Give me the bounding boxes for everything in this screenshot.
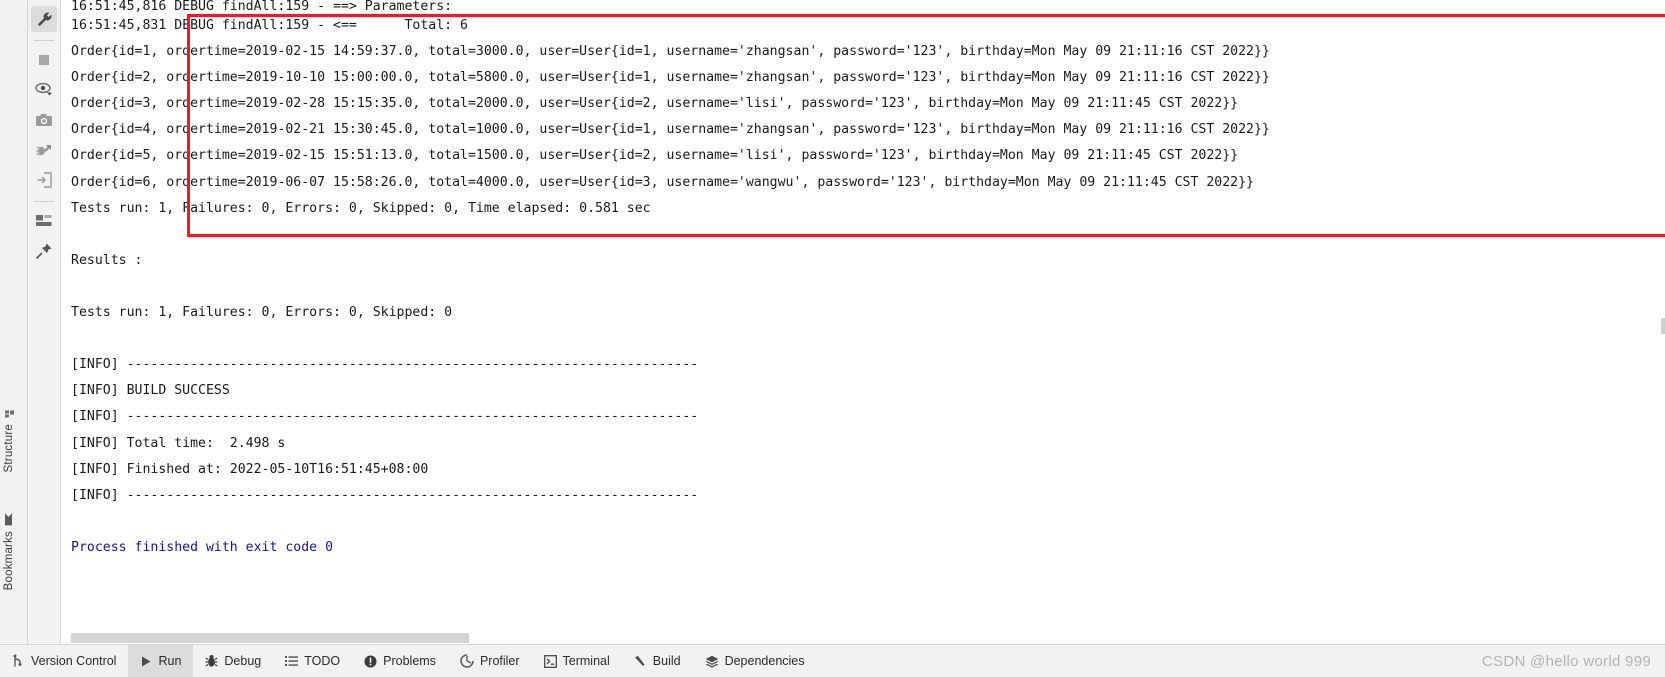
tab-run[interactable]: Run xyxy=(128,645,194,677)
list-icon xyxy=(285,655,299,667)
tab-label: Run xyxy=(158,654,182,668)
console-output-panel[interactable]: 16:51:45,816 DEBUG findAll:159 - ==> Par… xyxy=(61,0,1665,644)
console-line: [INFO] ---------------------------------… xyxy=(71,409,699,425)
structure-label: Structure xyxy=(3,424,15,473)
tab-terminal[interactable]: Terminal xyxy=(532,645,622,677)
console-line: Order{id=5, ordertime=2019-02-15 15:51:1… xyxy=(71,148,1239,164)
console-line: [INFO] ---------------------------------… xyxy=(71,487,699,503)
tab-version-control[interactable]: Version Control xyxy=(0,645,128,677)
layout-icon-button[interactable] xyxy=(31,208,57,234)
console-line: Process finished with exit code 0 xyxy=(71,539,334,555)
console-line: Order{id=1, ordertime=2019-02-15 14:59:3… xyxy=(71,44,1270,60)
pin-icon-button[interactable] xyxy=(31,238,57,264)
tab-todo[interactable]: TODO xyxy=(273,645,352,677)
gutter-divider-1 xyxy=(34,40,54,41)
tab-label: Problems xyxy=(383,654,436,668)
console-line: Results : xyxy=(71,252,143,268)
terminal-icon xyxy=(543,654,557,668)
bookmark-icon xyxy=(4,512,15,526)
gutter-divider-2 xyxy=(34,201,54,202)
sidebar-item-bookmarks[interactable]: Bookmarks xyxy=(3,512,15,590)
export-icon xyxy=(36,172,53,188)
console-text[interactable]: 16:51:45,816 DEBUG findAll:159 - ==> Par… xyxy=(61,0,1665,644)
bottom-tool-window-bar: Version Control Run Debug TODO Problems Profi… xyxy=(0,644,1665,677)
console-line: Order{id=4, ordertime=2019-02-21 15:30:4… xyxy=(71,122,1270,138)
branch-icon xyxy=(12,654,25,668)
rerun-failed-tests-icon-button[interactable] xyxy=(31,137,57,163)
tab-label: Debug xyxy=(224,654,262,668)
console-line: Tests run: 1, Failures: 0, Errors: 0, Sk… xyxy=(71,200,651,216)
profiler-icon xyxy=(460,654,474,668)
camera-icon-button[interactable] xyxy=(31,107,57,133)
bookmarks-label: Bookmarks xyxy=(3,531,15,591)
hammer-icon xyxy=(634,655,647,668)
layers-icon xyxy=(705,655,719,668)
layout-icon xyxy=(35,214,53,228)
console-line: [INFO] Finished at: 2022-05-10T16:51:45+… xyxy=(71,461,429,477)
console-line: Order{id=3, ordertime=2019-02-28 15:15:3… xyxy=(71,96,1239,112)
horizontal-scrollbar-thumb[interactable] xyxy=(71,633,469,643)
stop-icon-button[interactable] xyxy=(31,47,57,73)
tab-label: Dependencies xyxy=(724,654,805,668)
tab-profiler[interactable]: Profiler xyxy=(448,645,532,677)
stop-icon xyxy=(36,52,52,68)
tab-label: Profiler xyxy=(479,654,520,668)
rerun-failed-tests-icon xyxy=(35,142,53,159)
tab-label: Version Control xyxy=(31,654,117,668)
camera-icon xyxy=(35,112,53,128)
sidebar-item-structure[interactable]: Structure xyxy=(3,408,15,472)
tab-problems[interactable]: Problems xyxy=(352,645,448,677)
structure-icon xyxy=(4,408,15,419)
run-tool-gutter xyxy=(28,0,61,644)
console-line: Order{id=6, ordertime=2019-06-07 15:58:2… xyxy=(71,174,1254,190)
console-line: 16:51:45,831 DEBUG findAll:159 - <== Tot… xyxy=(71,18,468,33)
console-line: [INFO] Total time: 2.498 s xyxy=(71,435,286,451)
console-line: [INFO] ---------------------------------… xyxy=(71,357,699,373)
eye-icon-button[interactable] xyxy=(31,77,57,103)
console-line: Order{id=2, ordertime=2019-10-10 15:00:0… xyxy=(71,70,1270,86)
main-body: Structure Bookmarks 16:51:45,816 DEBUG f… xyxy=(0,0,1665,644)
settings-wrench-icon-button[interactable] xyxy=(31,6,57,32)
pin-icon xyxy=(35,242,53,260)
ide-run-tool-window: Structure Bookmarks 16:51:45,816 DEBUG f… xyxy=(0,0,1665,677)
console-line: [INFO] BUILD SUCCESS xyxy=(71,383,230,399)
eye-icon xyxy=(35,82,53,98)
horizontal-scrollbar[interactable] xyxy=(61,632,1665,644)
scrollbar-marker xyxy=(1661,318,1665,334)
left-tool-window-strip: Structure Bookmarks xyxy=(0,0,28,644)
tab-dependencies[interactable]: Dependencies xyxy=(693,645,817,677)
play-icon xyxy=(140,655,152,668)
tab-label: Build xyxy=(652,654,681,668)
tab-build[interactable]: Build xyxy=(622,645,693,677)
watermark: CSDN @hello world 999 xyxy=(1481,652,1651,670)
console-line: 16:51:45,816 DEBUG findAll:159 - ==> Par… xyxy=(71,0,453,13)
tab-debug[interactable]: Debug xyxy=(193,645,273,677)
export-icon-button[interactable] xyxy=(31,167,57,193)
tab-strip: Version Control Run Debug TODO Problems Profi… xyxy=(0,645,817,677)
warning-icon xyxy=(364,655,377,668)
console-line: Tests run: 1, Failures: 0, Errors: 0, Sk… xyxy=(71,305,453,321)
tab-label: Terminal xyxy=(562,654,610,668)
settings-wrench-icon xyxy=(36,11,53,28)
bug-icon xyxy=(205,654,218,668)
tab-label: TODO xyxy=(304,654,341,668)
